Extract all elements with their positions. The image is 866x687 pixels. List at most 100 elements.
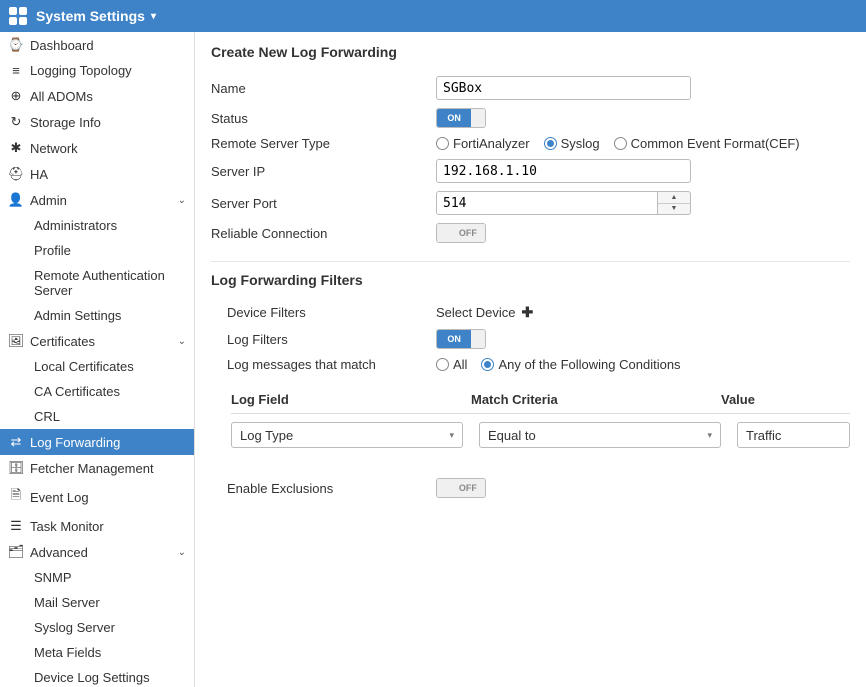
app-header: System Settings ▾ xyxy=(0,0,866,32)
sidebar-item-ca-certs[interactable]: CA Certificates xyxy=(30,379,194,404)
sidebar-item-label: Admin xyxy=(30,193,67,208)
cert-icon: 🖼 xyxy=(8,333,24,349)
stepper-up-icon[interactable]: ▲ xyxy=(658,192,690,204)
dropdown-value: Log Type xyxy=(240,428,293,443)
value-select[interactable]: Traffic xyxy=(737,422,850,448)
log-filters-label: Log Filters xyxy=(211,332,436,347)
sidebar-item-label: All ADOMs xyxy=(30,89,93,104)
radio-fortianalyzer[interactable]: FortiAnalyzer xyxy=(436,136,530,151)
sidebar-item-all-adoms[interactable]: ⊕ All ADOMs xyxy=(0,83,194,109)
sidebar-item-label: Admin Settings xyxy=(34,308,121,323)
server-ip-input[interactable] xyxy=(436,159,691,183)
col-value: Value xyxy=(721,392,850,407)
sidebar-item-event-log[interactable]: 🗎 Event Log xyxy=(0,481,194,513)
sidebar-item-snmp[interactable]: SNMP xyxy=(30,565,194,590)
ha-icon: ⛑ xyxy=(8,166,24,182)
page-title: Create New Log Forwarding xyxy=(211,44,850,60)
radio-cef[interactable]: Common Event Format(CEF) xyxy=(614,136,800,151)
log-filters-toggle[interactable]: ON xyxy=(436,329,486,349)
sidebar-item-crl[interactable]: CRL xyxy=(30,404,194,429)
select-device-text: Select Device xyxy=(436,305,515,320)
sidebar-item-label: Storage Info xyxy=(30,115,101,130)
match-criteria-select[interactable]: Equal to ▾ xyxy=(479,422,721,448)
sidebar-item-network[interactable]: ✱ Network xyxy=(0,135,194,161)
sidebar-item-mail-server[interactable]: Mail Server xyxy=(30,590,194,615)
radio-icon xyxy=(481,358,494,371)
radio-match-any[interactable]: Any of the Following Conditions xyxy=(481,357,680,372)
sidebar-item-dashboard[interactable]: ⌚ Dashboard xyxy=(0,32,194,58)
toggle-on-text: ON xyxy=(447,113,461,123)
storage-icon: ↻ xyxy=(8,114,24,130)
sidebar-item-label: Event Log xyxy=(30,490,89,505)
sidebar-item-profile[interactable]: Profile xyxy=(30,238,194,263)
radio-label: Syslog xyxy=(561,136,600,151)
sidebar-item-remote-auth[interactable]: Remote Authentication Server xyxy=(30,263,194,303)
sidebar-item-admin[interactable]: 👤 Admin ⌄ xyxy=(0,187,194,213)
sidebar-item-label: Syslog Server xyxy=(34,620,115,635)
chevron-down-icon: ⌄ xyxy=(178,195,186,206)
name-input[interactable] xyxy=(436,76,691,100)
sidebar-item-meta-fields[interactable]: Meta Fields xyxy=(30,640,194,665)
sidebar-item-log-forwarding[interactable]: ⇄ Log Forwarding xyxy=(0,429,194,455)
radio-label: Common Event Format(CEF) xyxy=(631,136,800,151)
task-icon: ☰ xyxy=(8,518,24,534)
filter-table: Log Field Match Criteria Value Log Type … xyxy=(211,386,850,456)
sidebar-item-label: Logging Topology xyxy=(30,63,132,78)
radio-label: Any of the Following Conditions xyxy=(498,357,680,372)
sidebar-item-label: Task Monitor xyxy=(30,519,104,534)
app-logo-icon xyxy=(8,6,28,26)
status-toggle[interactable]: ON xyxy=(436,108,486,128)
log-field-select[interactable]: Log Type ▾ xyxy=(231,422,463,448)
sidebar-item-administrators[interactable]: Administrators xyxy=(30,213,194,238)
forward-icon: ⇄ xyxy=(8,434,24,450)
sidebar-item-ha[interactable]: ⛑ HA xyxy=(0,161,194,187)
sidebar-item-task-monitor[interactable]: ☰ Task Monitor xyxy=(0,513,194,539)
sidebar-item-label: Certificates xyxy=(30,334,95,349)
dropdown-value: Equal to xyxy=(488,428,536,443)
separator xyxy=(211,261,850,262)
sidebar-item-label: SNMP xyxy=(34,570,72,585)
server-port-label: Server Port xyxy=(211,196,436,211)
enable-exclusions-toggle[interactable]: OFF xyxy=(436,478,486,498)
main-content: Create New Log Forwarding Name Status ON… xyxy=(195,32,866,687)
sidebar-item-label: HA xyxy=(30,167,48,182)
server-ip-label: Server IP xyxy=(211,164,436,179)
chevron-down-icon: ⌄ xyxy=(178,336,186,347)
sidebar-item-device-log-settings[interactable]: Device Log Settings xyxy=(30,665,194,687)
reliable-toggle[interactable]: OFF xyxy=(436,223,486,243)
filters-title: Log Forwarding Filters xyxy=(211,272,850,288)
sidebar-item-certificates[interactable]: 🖼 Certificates ⌄ xyxy=(0,328,194,354)
chevron-down-icon: ▾ xyxy=(151,11,156,22)
select-device-button[interactable]: Select Device ✚ xyxy=(436,304,850,321)
name-label: Name xyxy=(211,81,436,96)
match-label: Log messages that match xyxy=(211,357,436,372)
chevron-down-icon: ⌄ xyxy=(178,547,186,558)
sidebar-item-local-certs[interactable]: Local Certificates xyxy=(30,354,194,379)
stepper-down-icon[interactable]: ▼ xyxy=(658,204,690,215)
radio-match-all[interactable]: All xyxy=(436,357,467,372)
toggle-off-text: OFF xyxy=(459,483,477,493)
filter-table-row: Log Type ▾ Equal to ▾ Traffic xyxy=(231,414,850,456)
sidebar-item-admin-settings[interactable]: Admin Settings xyxy=(30,303,194,328)
sidebar-item-fetcher[interactable]: 🗄 Fetcher Management xyxy=(0,455,194,481)
radio-syslog[interactable]: Syslog xyxy=(544,136,600,151)
sidebar-item-label: Dashboard xyxy=(30,38,94,53)
sidebar: ⌚ Dashboard ≡ Logging Topology ⊕ All ADO… xyxy=(0,32,195,687)
match-radio-group: All Any of the Following Conditions xyxy=(436,357,850,372)
sidebar-item-logging-topology[interactable]: ≡ Logging Topology xyxy=(0,58,194,83)
toggle-off-text: OFF xyxy=(459,228,477,238)
col-match-criteria: Match Criteria xyxy=(471,392,721,407)
server-port-input[interactable] xyxy=(436,191,658,215)
radio-icon xyxy=(544,137,557,150)
sidebar-item-syslog-server[interactable]: Syslog Server xyxy=(30,615,194,640)
radio-label: All xyxy=(453,357,467,372)
sidebar-item-label: Advanced xyxy=(30,545,88,560)
radio-label: FortiAnalyzer xyxy=(453,136,530,151)
status-label: Status xyxy=(211,111,436,126)
admin-icon: 👤 xyxy=(8,192,24,208)
dropdown-value: Traffic xyxy=(746,428,781,443)
sidebar-item-label: Profile xyxy=(34,243,71,258)
sidebar-item-storage-info[interactable]: ↻ Storage Info xyxy=(0,109,194,135)
header-title-dropdown[interactable]: System Settings ▾ xyxy=(36,8,156,24)
sidebar-item-advanced[interactable]: 🗂 Advanced ⌄ xyxy=(0,539,194,565)
